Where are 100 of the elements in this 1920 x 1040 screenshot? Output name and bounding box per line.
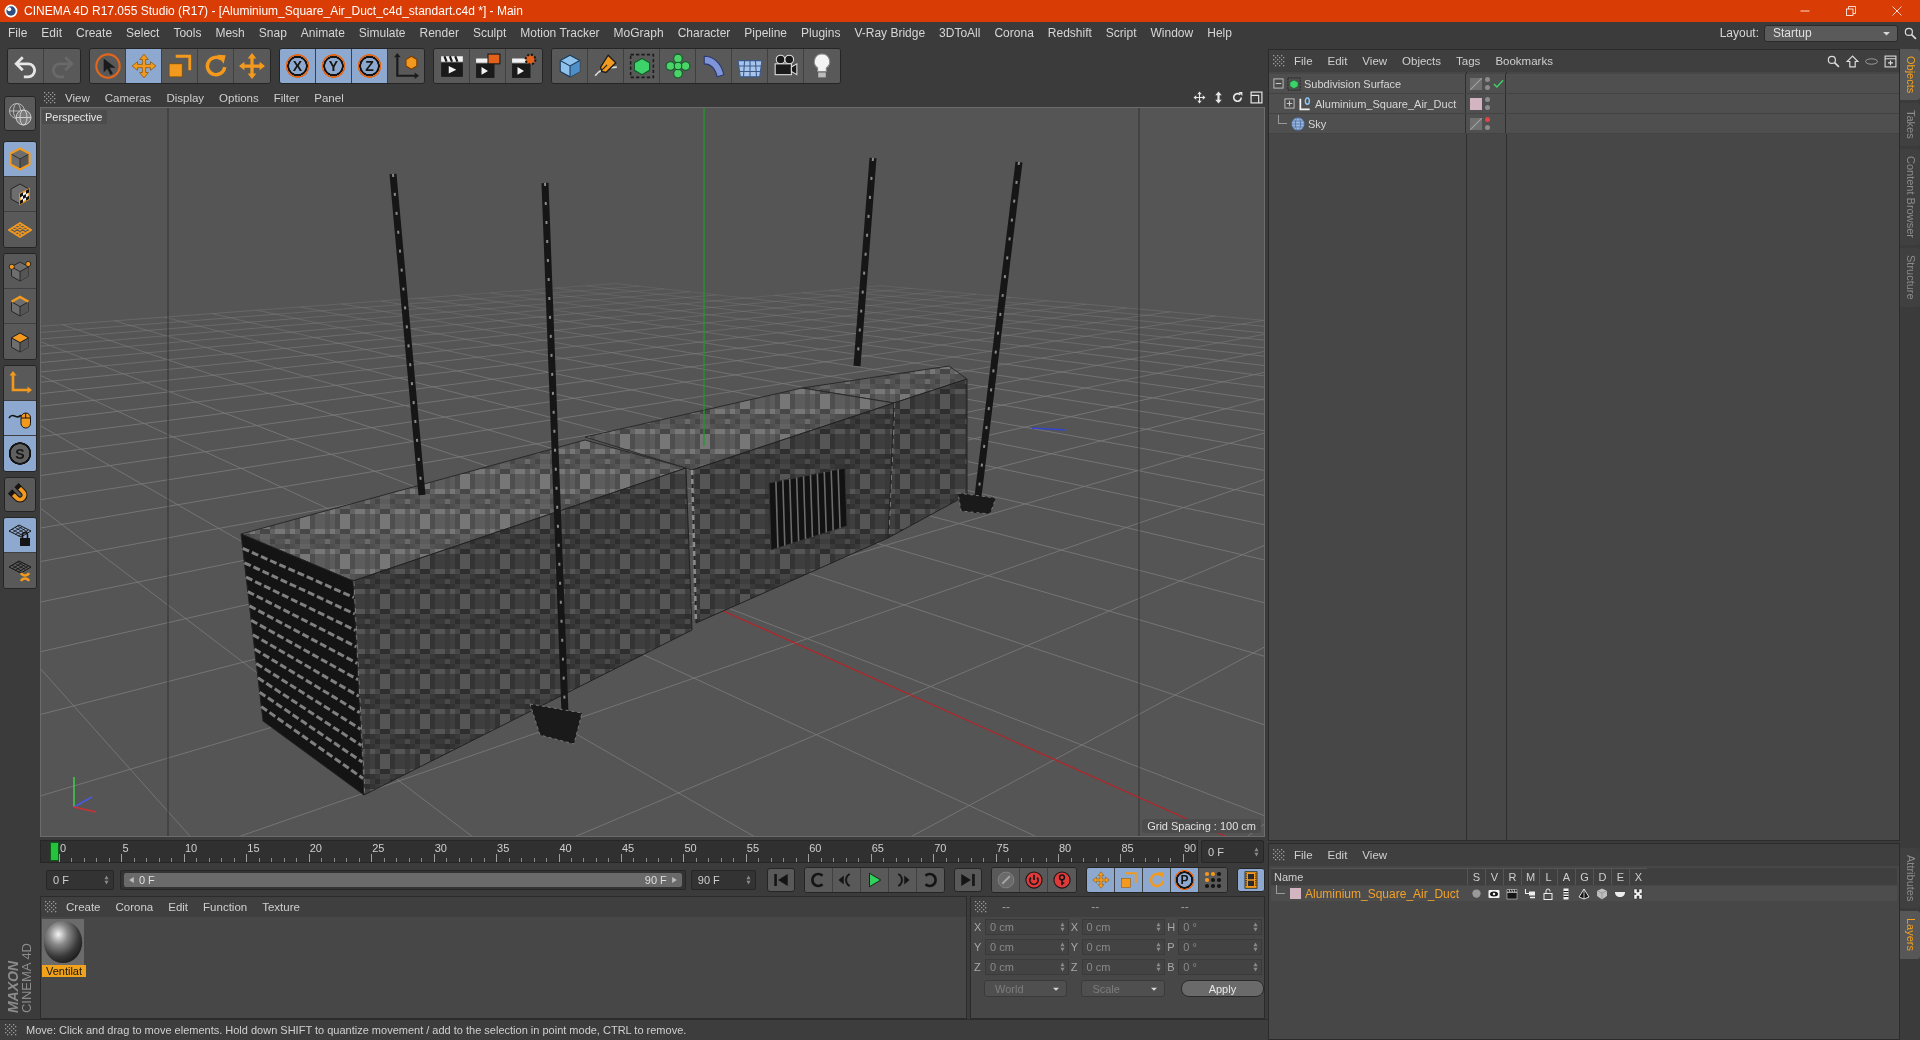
menu-item[interactable]: File — [1294, 55, 1321, 67]
maximize-icon[interactable] — [1250, 91, 1263, 104]
playhead[interactable] — [50, 842, 59, 861]
hierarchy-icon[interactable] — [1524, 887, 1536, 900]
menu-item[interactable]: Options — [219, 91, 267, 104]
expand-icon[interactable] — [1284, 98, 1295, 109]
menu-item[interactable]: Create — [66, 901, 109, 913]
menu-item[interactable]: Edit — [34, 26, 70, 40]
apply-button[interactable]: Apply — [1180, 980, 1264, 997]
menu-item[interactable]: Cameras — [104, 91, 160, 104]
make-editable-button[interactable] — [4, 96, 36, 131]
cloner-button[interactable] — [660, 48, 696, 83]
menu-item[interactable]: Render — [412, 26, 466, 40]
menu-item[interactable]: Select — [119, 26, 167, 40]
menu-item[interactable]: Filter — [273, 91, 308, 104]
start-frame-field[interactable]: 0 F — [46, 870, 114, 890]
menu-item[interactable]: Objects — [1402, 55, 1450, 67]
menu-item[interactable]: Create — [69, 26, 120, 40]
render-visibility-dot-icon[interactable] — [1485, 85, 1490, 90]
menu-item[interactable]: Bookmarks — [1495, 55, 1561, 67]
column-header[interactable]: E — [1611, 868, 1629, 885]
four-arrows-icon[interactable] — [1193, 91, 1206, 104]
grid-lock-button[interactable] — [4, 518, 36, 553]
menu-item[interactable]: V-Ray Bridge — [847, 26, 933, 40]
select-tool-button[interactable] — [90, 48, 126, 83]
column-header[interactable]: R — [1503, 868, 1521, 885]
menu-item[interactable]: Window — [1143, 26, 1201, 40]
no-layer-icon[interactable] — [1470, 117, 1482, 130]
menu-item[interactable]: Motion Tracker — [513, 26, 607, 40]
search-icon[interactable] — [1827, 54, 1840, 68]
tree-row[interactable]: Aluminium_Square_Air_Duct — [1269, 94, 1899, 114]
move-tool-button[interactable] — [126, 48, 162, 83]
menu-item[interactable]: Edit — [168, 901, 197, 913]
tree-row[interactable]: Subdivision Surface — [1269, 74, 1899, 94]
side-tab[interactable]: Layers — [1900, 911, 1920, 959]
x-axis-button[interactable]: X — [280, 48, 316, 83]
column-header[interactable]: L — [1539, 868, 1557, 885]
camera-label[interactable]: Perspective — [42, 110, 108, 124]
menu-item[interactable]: Panel — [314, 91, 352, 104]
render-visibility-dot-icon[interactable] — [1485, 105, 1490, 110]
floor-button[interactable] — [732, 48, 768, 83]
menu-item[interactable]: Snap — [251, 26, 294, 40]
menu-item[interactable]: Help — [1200, 26, 1239, 40]
solo-dot-icon[interactable] — [1471, 889, 1481, 898]
point-level-button[interactable] — [1199, 868, 1227, 892]
model-mode-button[interactable] — [4, 142, 36, 177]
pyramid-icon[interactable] — [1578, 887, 1590, 900]
viewport[interactable]: Perspective Grid Spacing : 100 cm — [40, 107, 1265, 837]
menu-item[interactable]: Corona — [987, 26, 1041, 40]
menu-item[interactable]: File — [1, 26, 35, 40]
menu-item[interactable]: Edit — [1327, 55, 1356, 67]
menu-item[interactable]: Redshift — [1040, 26, 1099, 40]
rotate-arrow-icon[interactable] — [1231, 91, 1244, 104]
timeline-ruler[interactable]: 0 5 10 15 20 25 30 35 40 45 50 55 60 65 70 75 80 85 90 — [40, 840, 1198, 863]
render-settings-button[interactable] — [506, 48, 542, 83]
grid-rotate-button[interactable] — [4, 553, 36, 588]
pen-button[interactable] — [588, 48, 624, 83]
column-header[interactable]: V — [1485, 868, 1503, 885]
menu-item[interactable]: Mesh — [208, 26, 252, 40]
column-header[interactable]: A — [1557, 868, 1575, 885]
end-frame-field[interactable]: 90 F — [690, 870, 756, 890]
editor-visibility-dot-icon[interactable] — [1485, 77, 1490, 82]
magnet-button[interactable] — [4, 477, 36, 512]
layer-row[interactable]: Aluminium_Square_Air_Duct — [1271, 886, 1897, 901]
menu-item[interactable]: Plugins — [794, 26, 848, 40]
search-icon[interactable] — [1904, 26, 1917, 40]
render-view-button[interactable] — [434, 48, 470, 83]
points-mode-button[interactable] — [4, 254, 36, 289]
render-picture-button[interactable] — [470, 48, 506, 83]
menu-item[interactable]: Tags — [1456, 55, 1489, 67]
texture-mode-button[interactable] — [4, 177, 36, 212]
new-panel-icon[interactable] — [1884, 54, 1897, 68]
menu-item[interactable]: Texture — [262, 901, 308, 913]
cube-button[interactable] — [552, 48, 588, 83]
z-axis-button[interactable]: Z — [352, 48, 388, 83]
menu-item[interactable]: View — [1362, 849, 1396, 861]
transform-tool-button[interactable] — [234, 48, 270, 83]
clapperboard-icon[interactable] — [1506, 887, 1518, 900]
keyframe-button[interactable] — [992, 868, 1021, 892]
home-icon[interactable] — [1846, 54, 1859, 68]
editor-visibility-dot-icon[interactable] — [1485, 97, 1490, 102]
column-header[interactable]: S — [1467, 868, 1485, 885]
collapse-icon[interactable] — [1273, 78, 1284, 89]
previous-key-button[interactable] — [804, 868, 833, 892]
menu-item[interactable]: View — [65, 91, 98, 104]
scale-key-button[interactable] — [1115, 868, 1144, 892]
menu-item[interactable]: Display — [166, 91, 213, 104]
undo-button[interactable] — [8, 48, 44, 83]
axis-mode-button[interactable] — [4, 366, 36, 401]
menu-item[interactable]: File — [1294, 849, 1321, 861]
play-button[interactable] — [860, 868, 889, 892]
subdivision-button[interactable] — [624, 48, 660, 83]
column-header[interactable]: X — [1629, 868, 1647, 885]
render-visibility-dot-icon[interactable] — [1485, 125, 1490, 130]
column-header[interactable]: M — [1521, 868, 1539, 885]
record-button[interactable] — [1020, 868, 1049, 892]
rotation-key-button[interactable] — [1143, 868, 1172, 892]
menu-item[interactable]: Script — [1098, 26, 1144, 40]
menu-item[interactable]: Edit — [1327, 849, 1356, 861]
tweak-mode-button[interactable] — [4, 401, 36, 436]
